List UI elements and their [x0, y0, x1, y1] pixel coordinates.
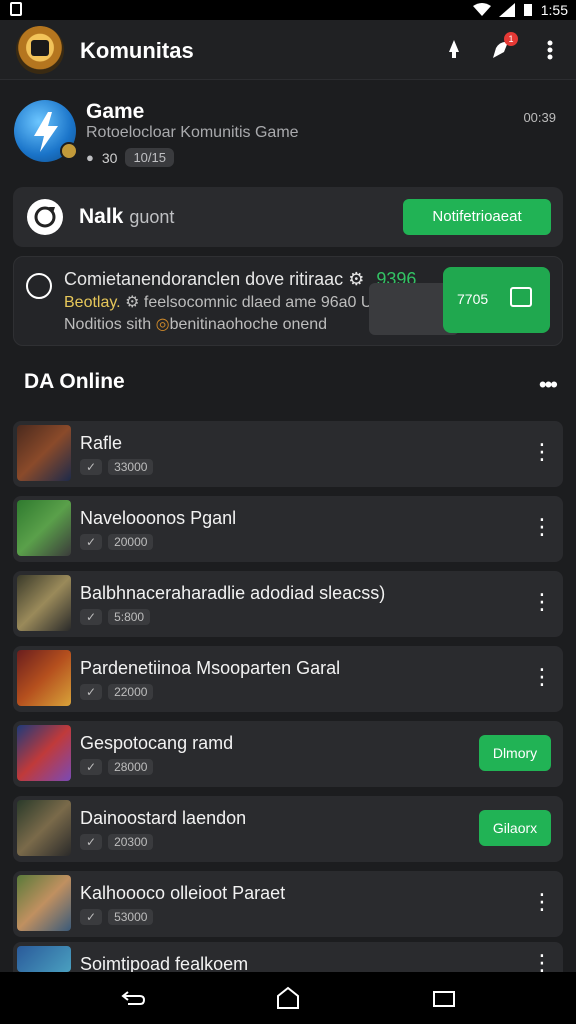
- player-score: 28000: [108, 759, 154, 775]
- game-timestamp: 00:39: [523, 110, 556, 125]
- avatar: [17, 500, 71, 556]
- message-action-value: 7705: [457, 291, 489, 307]
- rocket-icon[interactable]: [442, 38, 466, 62]
- more-vert-icon[interactable]: ⋮: [531, 952, 553, 974]
- join-button[interactable]: Dlmory: [479, 735, 551, 771]
- notification-label: Nalk guont: [79, 205, 175, 228]
- status-bar: 1:55: [0, 0, 576, 20]
- notification-icon: [10, 2, 22, 16]
- player-name: Balbhnaceraharadlie adodiad sleacss): [80, 583, 386, 603]
- notification-badge: 1: [504, 32, 518, 46]
- game-header[interactable]: Game Rotoelocloar Komunitis Game ● 30 10…: [0, 88, 576, 178]
- list-item[interactable]: Pardenetiinoa Msooparten Garal ✓ 22000 ⋮: [13, 646, 563, 712]
- player-score: 20300: [108, 834, 154, 850]
- player-name: Rafle: [80, 433, 123, 453]
- player-name: Pardenetiinoa Msooparten Garal: [80, 658, 341, 678]
- player-name: Gespotocang ramd: [80, 733, 234, 753]
- avatar: [17, 946, 71, 972]
- check-icon: ✓: [80, 759, 103, 775]
- player-score: 20000: [108, 534, 154, 550]
- list-item[interactable]: Navelooonos Pganl ✓ 20000 ⋮: [13, 496, 563, 562]
- more-vert-icon[interactable]: ⋮: [531, 591, 553, 613]
- avatar: [17, 875, 71, 931]
- list-item[interactable]: Soimtipoad fealkoem ⋮: [13, 942, 563, 974]
- list-item[interactable]: Balbhnaceraharadlie adodiad sleacss) ✓ 5:…: [13, 571, 563, 637]
- section-title: DA Online: [24, 370, 125, 393]
- join-button[interactable]: Gilaorx: [479, 810, 551, 846]
- members-icon: ●: [86, 150, 94, 165]
- app-bar: Komunitas 1: [0, 20, 576, 80]
- check-icon: ✓: [80, 684, 103, 700]
- game-title: Game: [86, 100, 145, 123]
- check-icon: ✓: [80, 909, 103, 925]
- system-nav-bar: [0, 972, 576, 1024]
- player-score: 53000: [108, 909, 154, 925]
- avatar: [17, 425, 71, 481]
- check-icon: ✓: [80, 459, 103, 475]
- game-badge-icon: [60, 142, 78, 160]
- home-icon[interactable]: [274, 984, 302, 1012]
- player-name: Dainoostard laendon: [80, 808, 247, 828]
- more-vert-icon[interactable]: ⋮: [531, 516, 553, 538]
- avatar: [17, 650, 71, 706]
- avatar: [17, 800, 71, 856]
- link-icon: [26, 273, 52, 299]
- gear-icon: ⚙: [348, 269, 365, 289]
- player-score: 5:800: [108, 609, 151, 625]
- more-vert-icon[interactable]: ⋮: [531, 441, 553, 463]
- player-score: 22000: [108, 684, 154, 700]
- page-title: Komunitas: [80, 38, 194, 63]
- check-icon: ✓: [80, 834, 103, 850]
- gear-small-icon: ⚙: [125, 294, 140, 311]
- check-icon: ✓: [80, 609, 103, 625]
- list-item[interactable]: Dainoostard laendon ✓ 20300 Gilaorx: [13, 796, 563, 862]
- player-name: Navelooonos Pganl: [80, 508, 237, 528]
- refresh-icon: [27, 199, 63, 235]
- recents-icon[interactable]: [430, 984, 458, 1012]
- message-card[interactable]: Comietanendoranclen dove ritiraac ⚙ 9396 …: [13, 256, 563, 346]
- chat-notifications-button[interactable]: 1: [490, 32, 518, 62]
- signal-icon: [498, 3, 515, 17]
- more-vert-icon[interactable]: ⋮: [531, 891, 553, 913]
- more-vert-icon[interactable]: ⋮: [531, 666, 553, 688]
- wifi-icon: [472, 3, 491, 16]
- message-footer: Noditios sith ◎benitinaohoche onend: [64, 316, 328, 333]
- member-count: 30: [101, 149, 118, 166]
- message-action-button[interactable]: 7705: [443, 267, 550, 333]
- list-item[interactable]: Gespotocang ramd ✓ 28000 Dlmory: [13, 721, 563, 787]
- open-icon: [510, 287, 532, 307]
- avatar: [17, 725, 71, 781]
- more-vert-icon[interactable]: [538, 38, 562, 62]
- notification-card: Nalk guont Notifetrioaeat: [13, 187, 563, 247]
- coin-icon: ◎: [155, 316, 170, 333]
- clock: 1:55: [540, 2, 568, 18]
- list-item[interactable]: Rafle ✓ 33000 ⋮: [13, 421, 563, 487]
- message-title: Comietanendoranclen dove ritiraac ⚙ 9396: [64, 269, 417, 289]
- game-icon: [14, 100, 78, 162]
- back-icon[interactable]: [118, 984, 146, 1012]
- online-chip: 10/15: [125, 148, 174, 167]
- avatar: [17, 575, 71, 631]
- notification-button[interactable]: Notifetrioaeat: [403, 199, 551, 235]
- player-score: 33000: [108, 459, 154, 475]
- section-more-icon[interactable]: •••: [539, 372, 558, 398]
- app-logo: [16, 26, 64, 74]
- check-icon: ✓: [80, 534, 103, 550]
- battery-icon: [523, 4, 532, 16]
- player-name: Kalhoooco olleioot Paraet: [80, 883, 286, 903]
- game-subtitle: Rotoelocloar Komunitis Game: [86, 124, 299, 141]
- list-item[interactable]: Kalhoooco olleioot Paraet ✓ 53000 ⋮: [13, 871, 563, 937]
